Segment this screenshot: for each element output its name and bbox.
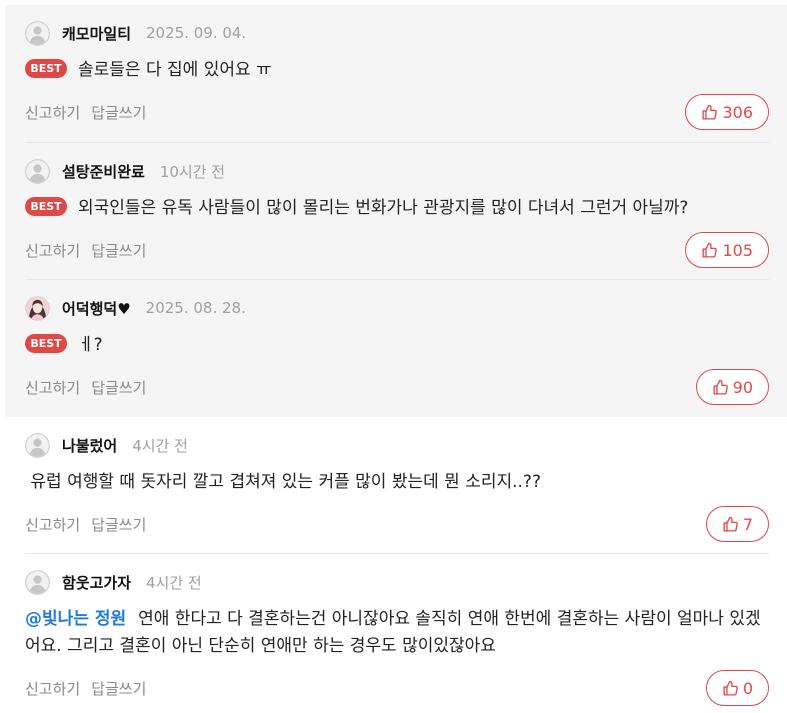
comment-body: 유럽 여행할 때 돗자리 깔고 겹쳐져 있는 커플 많이 봤는데 뭔 소리지..… <box>25 469 769 496</box>
comment-text: 유럽 여행할 때 돗자리 깔고 겹쳐져 있는 커플 많이 봤는데 뭔 소리지..… <box>25 472 541 492</box>
comment-date: 2025. 08. 28. <box>145 299 246 317</box>
comment-links: 신고하기 답글쓰기 <box>25 377 157 398</box>
thumbs-up-icon <box>722 516 739 533</box>
thumbs-up-icon <box>701 242 718 259</box>
comment-header: 설탕준비완료 10시간 전 <box>25 158 769 184</box>
like-count: 0 <box>742 678 753 698</box>
comment-text: 외국인들은 유독 사람들이 많이 몰리는 번화가나 관광지를 많이 다녀서 그런… <box>78 198 689 218</box>
comment-text: 연애 한다고 다 결혼하는건 아니잖아요 솔직히 연애 한번에 결혼하는 사람이… <box>25 609 761 656</box>
comment-item: 캐모마일티 2025. 09. 04. BEST 솔로들은 다 집에 있어요 ㅠ … <box>25 5 769 143</box>
comment-body: BEST 솔로들은 다 집에 있어요 ㅠ <box>25 57 769 84</box>
like-button[interactable]: 306 <box>685 94 769 130</box>
report-link[interactable]: 신고하기 <box>25 514 80 535</box>
profile-photo-avatar[interactable] <box>25 295 50 321</box>
comment-actions: 신고하기 답글쓰기 306 <box>25 94 769 130</box>
best-badge: BEST <box>25 196 67 216</box>
reply-link[interactable]: 답글쓰기 <box>91 377 146 398</box>
like-button[interactable]: 105 <box>685 232 769 268</box>
default-profile-icon[interactable] <box>25 158 50 184</box>
like-button[interactable]: 7 <box>705 506 769 542</box>
like-count: 7 <box>742 514 753 534</box>
report-link[interactable]: 신고하기 <box>25 678 80 699</box>
comment-date: 4시간 전 <box>132 436 188 455</box>
comment-header: 나불렀어 4시간 전 <box>25 432 769 458</box>
default-profile-icon[interactable] <box>25 20 50 46</box>
username[interactable]: 나불렀어 <box>62 435 117 456</box>
comment-item: 나불렀어 4시간 전 유럽 여행할 때 돗자리 깔고 겹쳐져 있는 커플 많이 … <box>25 417 769 554</box>
reply-link[interactable]: 답글쓰기 <box>91 514 146 535</box>
like-count: 90 <box>732 377 753 397</box>
comment-header: 함웃고가자 4시간 전 <box>25 569 769 595</box>
comment-date: 10시간 전 <box>159 162 226 181</box>
like-count: 306 <box>722 102 753 122</box>
comment-text: 솔로들은 다 집에 있어요 ㅠ <box>78 60 272 80</box>
report-link[interactable]: 신고하기 <box>25 102 80 123</box>
comment-links: 신고하기 답글쓰기 <box>25 514 157 535</box>
comment-body: BEST ㅔ? <box>25 332 769 359</box>
like-button[interactable]: 0 <box>705 670 769 706</box>
comment-list: 캐모마일티 2025. 09. 04. BEST 솔로들은 다 집에 있어요 ㅠ … <box>25 5 769 713</box>
report-link[interactable]: 신고하기 <box>25 377 80 398</box>
comment-item: 함웃고가자 4시간 전 @빛나는 정원 연애 한다고 다 결혼하는건 아니잖아요 … <box>25 554 769 713</box>
like-count: 105 <box>722 240 753 260</box>
comment-actions: 신고하기 답글쓰기 7 <box>25 506 769 542</box>
comment-body: @빛나는 정원 연애 한다고 다 결혼하는건 아니잖아요 솔직히 연애 한번에 결… <box>25 606 769 660</box>
thumbs-up-icon <box>712 379 729 396</box>
comment-actions: 신고하기 답글쓰기 105 <box>25 232 769 268</box>
comment-links: 신고하기 답글쓰기 <box>25 102 157 123</box>
reply-link[interactable]: 답글쓰기 <box>91 678 146 699</box>
username[interactable]: 어덕행덕♥ <box>62 298 131 319</box>
comment-date: 4시간 전 <box>146 573 202 592</box>
reply-link[interactable]: 답글쓰기 <box>91 102 146 123</box>
comment-links: 신고하기 답글쓰기 <box>25 240 157 261</box>
comment-header: 캐모마일티 2025. 09. 04. <box>25 20 769 46</box>
best-badge: BEST <box>25 333 67 353</box>
thumbs-up-icon <box>701 104 718 121</box>
default-profile-icon[interactable] <box>25 432 50 458</box>
username[interactable]: 설탕준비완료 <box>62 161 145 182</box>
default-profile-icon[interactable] <box>25 569 50 595</box>
comment-body: BEST 외국인들은 유독 사람들이 많이 몰리는 번화가나 관광지를 많이 다녀… <box>25 195 769 222</box>
like-button[interactable]: 90 <box>695 369 769 405</box>
best-badge: BEST <box>25 58 67 78</box>
comment-links: 신고하기 답글쓰기 <box>25 678 157 699</box>
comment-text: ㅔ? <box>78 335 103 355</box>
reply-link[interactable]: 답글쓰기 <box>91 240 146 261</box>
comment-actions: 신고하기 답글쓰기 0 <box>25 670 769 706</box>
comment-actions: 신고하기 답글쓰기 90 <box>25 369 769 405</box>
report-link[interactable]: 신고하기 <box>25 240 80 261</box>
username[interactable]: 캐모마일티 <box>62 23 131 44</box>
comment-header: 어덕행덕♥ 2025. 08. 28. <box>25 295 769 321</box>
comment-date: 2025. 09. 04. <box>146 24 247 42</box>
comment-item: 설탕준비완료 10시간 전 BEST 외국인들은 유독 사람들이 많이 몰리는 번… <box>25 143 769 280</box>
mention-link[interactable]: @빛나는 정원 <box>25 609 126 629</box>
comment-item: 어덕행덕♥ 2025. 08. 28. BEST ㅔ? 신고하기 답글쓰기 90 <box>25 280 769 417</box>
thumbs-up-icon <box>722 680 739 697</box>
username[interactable]: 함웃고가자 <box>62 572 131 593</box>
